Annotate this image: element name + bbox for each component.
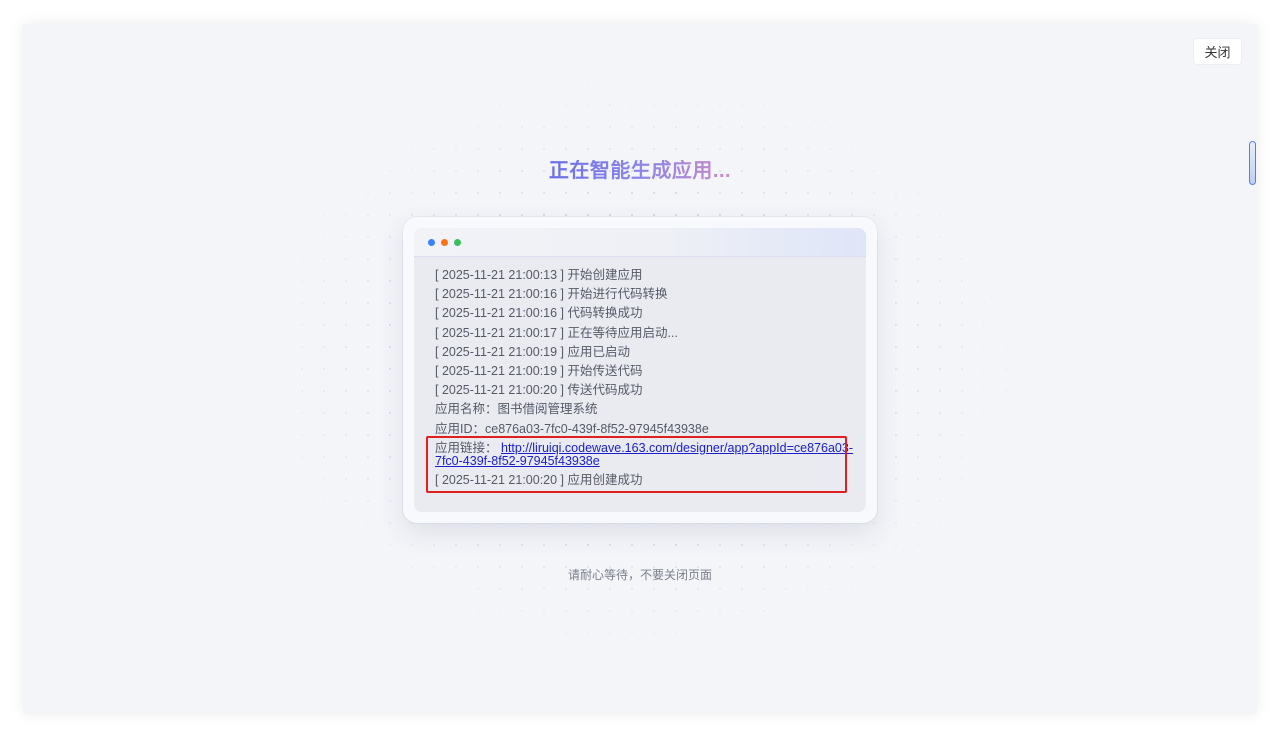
log-line: [ 2025-11-21 21:00:19 ] 应用已启动 [435, 344, 631, 359]
window-dot-orange-icon [441, 239, 448, 246]
page-title-text: 正在智能生成应用... [548, 160, 732, 182]
wait-hint: 请耐心等待，不要关闭页面 [567, 568, 712, 582]
window-dot-green-icon [454, 239, 461, 246]
highlight-box [426, 436, 847, 493]
log-line: [ 2025-11-21 21:00:16 ] 开始进行代码转换 [435, 287, 668, 302]
log-line: [ 2025-11-21 21:00:17 ] 正在等待应用启动... [435, 325, 678, 340]
generation-overlay: 关闭 正在智能生成应用... [ 2025-11-21 21:00:13 ] 开… [23, 24, 1257, 714]
close-button[interactable]: 关闭 [1193, 38, 1242, 65]
page-title: 正在智能生成应用... [23, 154, 1257, 183]
log-line: [ 2025-11-21 21:00:13 ] 开始创建应用 [435, 268, 643, 282]
log-line: [ 2025-11-21 21:00:16 ] 代码转换成功 [435, 306, 643, 321]
log-window-titlebar [414, 228, 866, 257]
log-line: [ 2025-11-21 21:00:19 ] 开始传送代码 [435, 364, 643, 379]
app-name-line: 应用名称：图书借阅管理系统 [435, 402, 598, 417]
window-dot-blue-icon [428, 239, 435, 246]
log-line: [ 2025-11-21 21:00:20 ] 传送代码成功 [435, 383, 643, 398]
